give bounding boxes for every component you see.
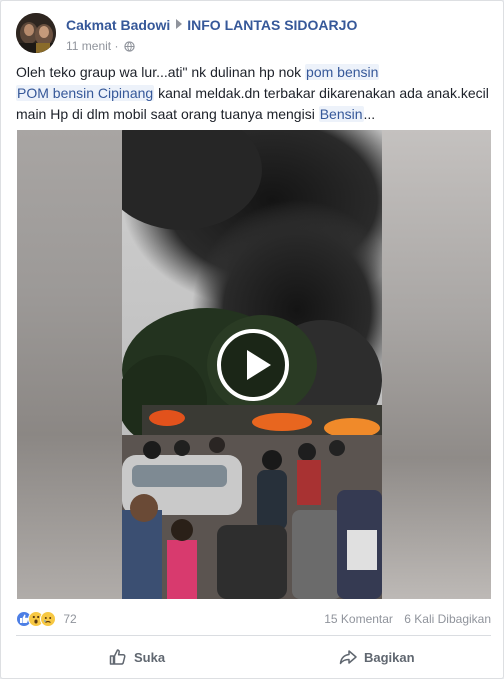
like-label: Suka [134, 649, 166, 665]
video-blur-right [382, 130, 491, 599]
post-text: Oleh teko graup wa lur...ati" nk dulinan… [16, 62, 491, 125]
play-button[interactable] [217, 329, 289, 401]
share-arrow-icon [339, 650, 357, 665]
post-header: Cakmat Badowi INFO LANTAS SIDOARJO 11 men… [16, 13, 486, 55]
video-blur-left [17, 130, 122, 599]
reactions-summary[interactable]: 72 [16, 611, 77, 627]
avatar[interactable] [16, 13, 56, 53]
author-name[interactable]: Cakmat Badowi [66, 16, 170, 34]
caret-right-icon [176, 19, 183, 30]
comments-count-link[interactable]: 15 Komentar [324, 612, 393, 626]
actions-divider [16, 635, 491, 636]
video-player[interactable] [17, 130, 491, 599]
shares-count-link[interactable]: 6 Kali Dibagikan [404, 612, 491, 626]
post-actions: Suka Bagikan [16, 641, 491, 673]
share-label: Bagikan [364, 649, 415, 665]
group-name[interactable]: INFO LANTAS SIDOARJO [187, 16, 357, 34]
reaction-count: 72 [63, 612, 77, 626]
share-button[interactable]: Bagikan [338, 641, 415, 673]
post-card: Cakmat Badowi INFO LANTAS SIDOARJO 11 men… [0, 0, 504, 679]
globe-icon [124, 40, 135, 52]
like-button[interactable]: Suka [108, 641, 165, 673]
hashtag-link[interactable]: POM bensin Cipinang [16, 85, 155, 101]
hashtag-link[interactable]: Bensin [318, 106, 364, 122]
post-stats: 72 15 Komentar 6 Kali Dibagikan [16, 609, 491, 629]
post-time[interactable]: 11 menit [66, 39, 111, 53]
post-text-part: ... [363, 106, 376, 122]
thumbs-up-icon [109, 649, 126, 665]
post-text-part: Oleh teko graup wa lur...ati" nk dulinan… [16, 64, 306, 80]
sad-reaction-icon [40, 611, 56, 627]
separator-dot: · [114, 39, 119, 54]
hashtag-link[interactable]: pom bensin [305, 64, 380, 80]
